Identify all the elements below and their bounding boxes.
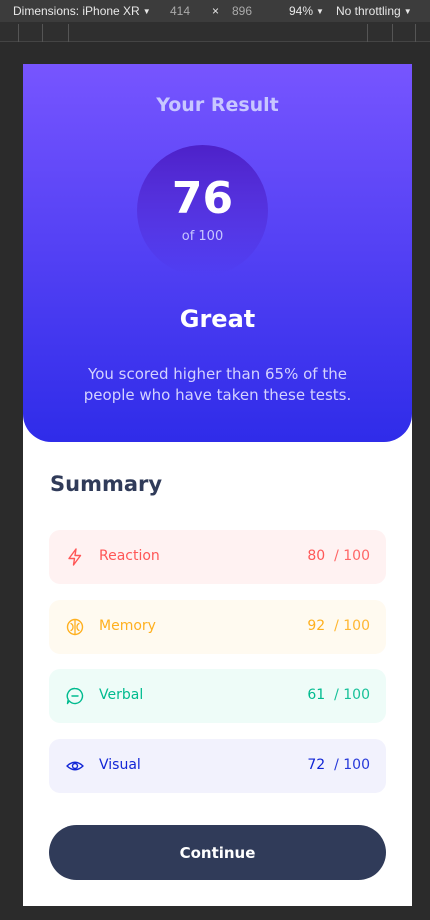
chevron-down-icon: ▼ — [403, 6, 412, 16]
height-field[interactable]: 896 — [232, 4, 252, 18]
result-panel: Your Result 76 of 100 Great You scored h… — [23, 64, 412, 442]
brain-icon — [66, 618, 84, 636]
summary-score-value: 92 — [307, 618, 326, 634]
summary-score-max: / 100 — [334, 687, 370, 703]
media-query-ruler — [0, 22, 430, 42]
times-symbol: × — [212, 4, 220, 18]
device-select[interactable]: Dimensions: iPhone XR ▼ — [13, 4, 151, 18]
continue-button[interactable]: Continue — [49, 825, 386, 880]
summary-score-value: 72 — [307, 757, 326, 773]
summary-score-value: 61 — [307, 687, 326, 703]
ruler-tick — [68, 24, 69, 42]
summary-title: Summary — [50, 472, 163, 496]
summary-label: Reaction — [99, 548, 160, 564]
summary-row-visual: Visual 72 / 100 — [49, 739, 386, 793]
rating-label: Great — [179, 305, 256, 333]
summary-label: Verbal — [99, 687, 144, 703]
summary-score: 80 / 100 — [307, 548, 370, 564]
summary-row-verbal: Verbal 61 / 100 — [49, 669, 386, 723]
throttling-select[interactable]: No throttling ▼ — [336, 4, 412, 18]
devtools-device-toolbar: Dimensions: iPhone XR ▼ 414 × 896 94% ▼ … — [0, 0, 430, 22]
result-title: Your Result — [156, 94, 279, 116]
eye-icon — [66, 761, 84, 771]
device-label: Dimensions: iPhone XR — [13, 4, 140, 18]
chevron-down-icon: ▼ — [316, 6, 324, 16]
ruler-tick — [367, 24, 368, 42]
summary-score: 72 / 100 — [307, 757, 370, 773]
ruler-tick — [415, 24, 416, 42]
score-value: 76 — [171, 173, 234, 224]
throttling-label: No throttling — [336, 4, 401, 18]
summary-score-max: / 100 — [334, 757, 370, 773]
score-max: of 100 — [181, 229, 224, 244]
summary-row-memory: Memory 92 / 100 — [49, 600, 386, 654]
score-circle: 76 of 100 — [137, 145, 268, 276]
ruler-tick — [42, 24, 43, 42]
device-viewport: Your Result 76 of 100 Great You scored h… — [23, 64, 412, 906]
chat-bubble-icon — [66, 687, 84, 705]
summary-score: 92 / 100 — [307, 618, 370, 634]
rating-description: You scored higher than 65% of the people… — [83, 365, 352, 404]
summary-label: Memory — [99, 618, 156, 634]
zoom-label: 94% — [289, 4, 314, 18]
chevron-down-icon: ▼ — [142, 6, 151, 16]
summary-score: 61 / 100 — [307, 687, 370, 703]
lightning-icon — [68, 548, 82, 566]
summary-label: Visual — [99, 757, 141, 773]
width-field[interactable]: 414 — [170, 4, 190, 18]
summary-score-max: / 100 — [334, 618, 370, 634]
ruler-tick — [392, 24, 393, 42]
summary-score-max: / 100 — [334, 548, 370, 564]
zoom-select[interactable]: 94% ▼ — [289, 4, 324, 18]
summary-score-value: 80 — [307, 548, 326, 564]
ruler-tick — [18, 24, 19, 42]
summary-row-reaction: Reaction 80 / 100 — [49, 530, 386, 584]
